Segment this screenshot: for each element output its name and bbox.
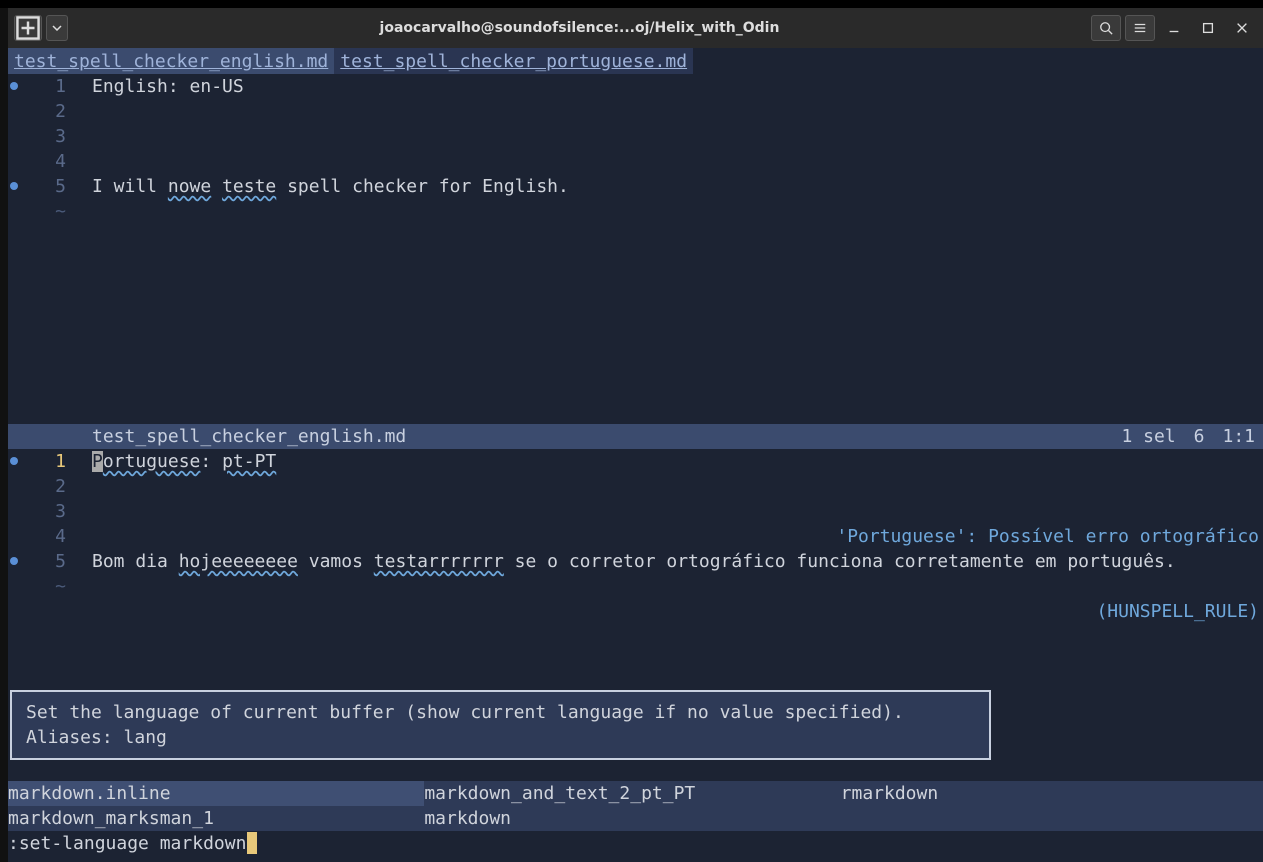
new-tab-dropdown[interactable] bbox=[46, 15, 68, 41]
spell-error: ortuguese bbox=[103, 451, 201, 472]
diagnostic-message: 'Portuguese': Possível erro ortográfico … bbox=[836, 474, 1259, 674]
status-position: 1:1 bbox=[1222, 426, 1255, 447]
minimize-icon bbox=[1167, 21, 1181, 35]
completion-item[interactable]: rmarkdown bbox=[841, 781, 1257, 806]
search-button[interactable] bbox=[1091, 15, 1121, 41]
spell-error: testarrrrrrr bbox=[374, 551, 504, 572]
editor-pane-top[interactable]: 1 2 3 4 5 ~ English: en-US I will nowe t… bbox=[8, 74, 1263, 424]
chevron-down-icon bbox=[52, 25, 62, 31]
tab-portuguese[interactable]: test_spell_checker_portuguese.md bbox=[334, 48, 693, 74]
cursor: P bbox=[92, 451, 103, 472]
gutter-top: 1 2 3 4 5 ~ bbox=[8, 74, 78, 224]
completion-menu[interactable]: markdown.inline markdown_and_text_2_pt_P… bbox=[8, 781, 1263, 831]
spell-error: pt-PT bbox=[222, 451, 276, 472]
maximize-button[interactable] bbox=[1193, 15, 1223, 41]
menu-button[interactable] bbox=[1125, 15, 1155, 41]
cursor-block bbox=[247, 832, 257, 854]
editor-content-top[interactable]: English: en-US I will nowe teste spell c… bbox=[92, 74, 1263, 199]
completion-item[interactable]: markdown_marksman_1 bbox=[8, 806, 424, 831]
hamburger-icon bbox=[1133, 21, 1147, 35]
window-title: joaocarvalho@soundofsilence:...oj/Helix_… bbox=[68, 20, 1091, 36]
spell-error: hojeeeeeeee bbox=[179, 551, 298, 572]
completion-item[interactable] bbox=[841, 806, 1257, 831]
window-titlebar: joaocarvalho@soundofsilence:...oj/Helix_… bbox=[8, 8, 1263, 48]
completion-item[interactable]: markdown_and_text_2_pt_PT bbox=[424, 781, 840, 806]
maximize-icon bbox=[1201, 21, 1215, 35]
close-button[interactable] bbox=[1227, 15, 1257, 41]
plus-box-icon bbox=[15, 15, 41, 41]
search-icon bbox=[1099, 21, 1113, 35]
status-filename: test_spell_checker_english.md bbox=[92, 426, 1121, 447]
statusbar-top: test_spell_checker_english.md 1 sel 6 1:… bbox=[8, 424, 1263, 449]
command-help-popup: Set the language of current buffer (show… bbox=[10, 690, 991, 760]
command-line[interactable]: :set-language markdown bbox=[8, 831, 1263, 856]
status-selection: 1 sel bbox=[1121, 426, 1175, 447]
spell-error: teste bbox=[222, 176, 276, 197]
new-tab-button[interactable] bbox=[14, 15, 42, 41]
spell-error: nowe bbox=[168, 176, 211, 197]
buffer-tabbar: test_spell_checker_english.md test_spell… bbox=[8, 48, 1263, 74]
completion-item[interactable]: markdown.inline bbox=[8, 781, 424, 806]
gutter-bottom: 1 2 3 4 5 ~ bbox=[8, 449, 78, 599]
close-icon bbox=[1235, 21, 1249, 35]
completion-item[interactable]: markdown bbox=[424, 806, 840, 831]
tab-english[interactable]: test_spell_checker_english.md bbox=[8, 48, 334, 74]
minimize-button[interactable] bbox=[1159, 15, 1189, 41]
status-count: 6 bbox=[1194, 426, 1205, 447]
